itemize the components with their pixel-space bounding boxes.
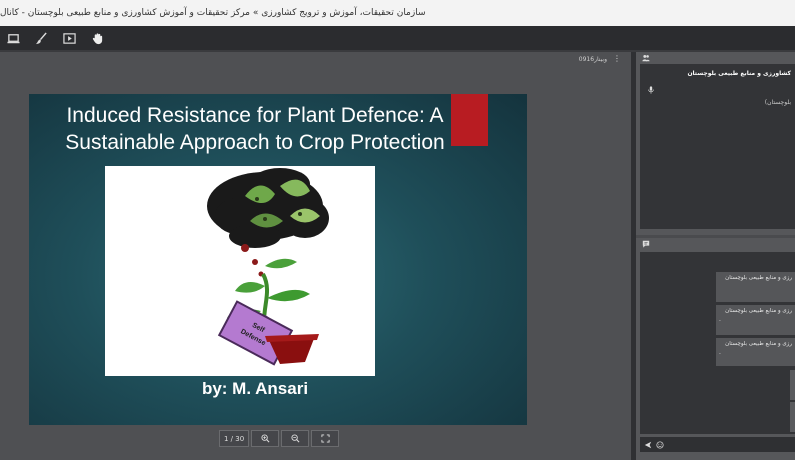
users-list: کشاورزی و منابع طبیعی بلوچستان بلوچستان): [640, 64, 795, 229]
chat-panel: رزی و منابع طبیعی بلوچستان رزی و منابع ط…: [636, 238, 795, 460]
chat-icon: [642, 240, 650, 248]
chat-message-dot: .: [719, 316, 721, 323]
hand-icon[interactable]: [90, 31, 104, 45]
chat-input-bar[interactable]: [640, 437, 795, 452]
users-icon: [642, 54, 650, 62]
laptop-icon[interactable]: [6, 31, 20, 45]
stage-header-label: وبینار0916: [578, 55, 607, 63]
fullscreen-button[interactable]: [311, 430, 340, 447]
slide-title: Induced Resistance for Plant Defence: A …: [65, 104, 445, 154]
window-title: سازمان تحقیقات، آموزش و ترویج کشاورزی » …: [0, 8, 426, 18]
zoom-out-button[interactable]: [281, 430, 310, 447]
chat-message: رزی و منابع طبیعی بلوچستان .: [716, 338, 795, 366]
user-subtitle: بلوچستان): [764, 99, 791, 106]
zoom-out-icon: [291, 434, 300, 443]
window-title-bar: سازمان تحقیقات، آموزش و ترویج کشاورزی » …: [0, 0, 795, 26]
chat-message-text: رزی و منابع طبیعی بلوچستان: [725, 341, 792, 347]
page-indicator: 1 / 30: [219, 430, 250, 447]
chat-message-text: رزی و منابع طبیعی بلوچستان: [725, 308, 792, 314]
slide-illustration: Self Defense: [105, 166, 375, 376]
microphone-icon[interactable]: [647, 86, 655, 94]
slide-byline: by: M. Ansari: [201, 379, 309, 398]
users-panel: کشاورزی و منابع طبیعی بلوچستان بلوچستان): [636, 52, 795, 235]
chat-message-edge: [790, 402, 795, 432]
brush-icon[interactable]: [34, 31, 48, 45]
emoji-icon[interactable]: [656, 440, 664, 449]
presentation-icon[interactable]: [62, 31, 76, 45]
send-icon[interactable]: [644, 441, 652, 449]
toolbar: [0, 26, 795, 50]
chat-message-edge: [790, 370, 795, 400]
more-options-icon[interactable]: ⋮: [613, 55, 621, 63]
chat-messages: رزی و منابع طبیعی بلوچستان رزی و منابع ط…: [640, 252, 795, 434]
stage-header: ⋮ وبینار0916: [579, 54, 621, 64]
users-panel-header: [636, 52, 795, 64]
zoom-in-button[interactable]: [251, 430, 280, 447]
zoom-in-icon: [261, 434, 270, 443]
presentation-stage: ⋮ وبینار0916 Induced Resistance for Plan…: [0, 52, 631, 460]
chat-message: رزی و منابع طبیعی بلوچستان: [716, 272, 795, 302]
slide-controls: 1 / 30: [219, 430, 341, 447]
slide: Induced Resistance for Plant Defence: A …: [29, 94, 527, 425]
fullscreen-icon: [321, 434, 330, 443]
user-name: کشاورزی و منابع طبیعی بلوچستان: [687, 70, 791, 77]
chat-panel-header: [636, 238, 795, 250]
chat-message: رزی و منابع طبیعی بلوچستان .: [716, 305, 795, 335]
chat-message-dot: .: [719, 349, 721, 356]
chat-message-text: رزی و منابع طبیعی بلوچستان: [725, 275, 792, 281]
